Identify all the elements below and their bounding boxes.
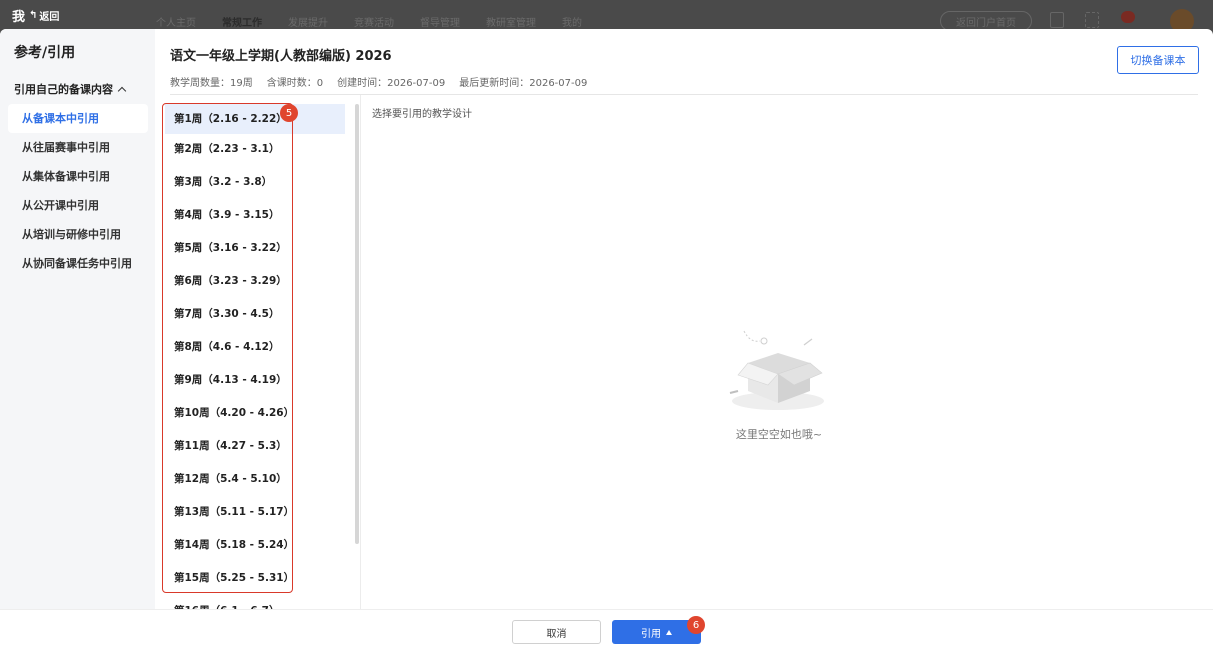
step-marker: 6 xyxy=(687,616,705,634)
lesson-book-meta: 教学周数量：19周 含课时数：0 创建时间：2026-07-09 最后更新时间：… xyxy=(170,74,587,89)
panel-divider xyxy=(360,95,361,609)
back-button[interactable]: ↰ 返回 xyxy=(29,8,59,23)
top-nav-bar: 我 ↰ 返回 个人主页 常规工作 发展提升 竞赛活动 督导管理 教研室管理 我的… xyxy=(0,0,1213,33)
week-list-highlight xyxy=(162,103,293,593)
week-item[interactable]: 第16周（6.1 - 6.7） xyxy=(165,596,345,609)
source-item-collab-tasks[interactable]: 从协同备课任务中引用 xyxy=(8,249,148,278)
portal-home-label: 返回门户首页 xyxy=(956,17,1016,29)
cancel-button[interactable]: 取消 xyxy=(512,620,601,644)
lesson-book-title: 语文一年级上学期(人教部编版) 2026 xyxy=(170,49,392,64)
brand-text: 我 xyxy=(12,10,26,25)
source-item-lesson-book[interactable]: 从备课本中引用 xyxy=(8,104,148,133)
meta-created: 创建时间：2026-07-09 xyxy=(337,78,446,89)
cancel-label: 取消 xyxy=(546,628,567,640)
nav-routine[interactable]: 常规工作 xyxy=(222,14,262,29)
source-item-training[interactable]: 从培训与研修中引用 xyxy=(8,220,148,249)
brand: 我 ↰ 返回 xyxy=(12,6,59,25)
back-arrow-icon: ↰ xyxy=(29,10,38,21)
back-label: 返回 xyxy=(39,12,60,23)
meta-hours: 含课时数：0 xyxy=(266,78,324,89)
nav-research-office[interactable]: 教研室管理 xyxy=(486,14,536,29)
header-divider xyxy=(170,94,1198,95)
nav-supervision[interactable]: 督导管理 xyxy=(420,14,460,29)
switch-lesson-book-label: 切换备课本 xyxy=(1130,54,1186,67)
caret-up-icon xyxy=(666,629,672,635)
modal-footer: 取消 引用 6 xyxy=(0,609,1213,651)
portal-home-button[interactable]: 返回门户首页 xyxy=(940,11,1032,31)
source-item-collective-prep[interactable]: 从集体备课中引用 xyxy=(8,162,148,191)
step-marker: 5 xyxy=(280,104,298,122)
bookmark-icon[interactable] xyxy=(1050,12,1064,28)
group-label: 引用自己的备课内容 xyxy=(14,83,113,96)
switch-lesson-book-button[interactable]: 切换备课本 xyxy=(1117,46,1199,74)
reference-modal: 参考/引用 引用自己的备课内容 从备课本中引用 从往届赛事中引用 从集体备课中引… xyxy=(0,29,1213,651)
notification-bell-icon[interactable] xyxy=(1121,11,1135,23)
empty-box-illustration xyxy=(720,319,840,423)
fullscreen-icon[interactable] xyxy=(1085,12,1099,28)
reference-sidebar: 参考/引用 引用自己的备课内容 从备课本中引用 从往届赛事中引用 从集体备课中引… xyxy=(0,29,155,609)
source-item-open-class[interactable]: 从公开课中引用 xyxy=(8,191,148,220)
design-select-label: 选择要引用的教学设计 xyxy=(372,109,472,120)
nav-development[interactable]: 发展提升 xyxy=(288,14,328,29)
main-nav: 个人主页 常规工作 发展提升 竞赛活动 督导管理 教研室管理 我的 xyxy=(156,14,608,29)
cite-label: 引用 xyxy=(641,628,661,640)
meta-updated: 最后更新时间：2026-07-09 xyxy=(459,78,588,89)
week-list-scrollbar[interactable] xyxy=(355,104,359,544)
empty-state-text: 这里空空如也哦~ xyxy=(735,428,823,441)
source-list: 从备课本中引用 从往届赛事中引用 从集体备课中引用 从公开课中引用 从培训与研修… xyxy=(8,104,148,278)
nav-mine[interactable]: 我的 xyxy=(562,14,582,29)
source-item-past-competitions[interactable]: 从往届赛事中引用 xyxy=(8,133,148,162)
group-toggle[interactable]: 引用自己的备课内容 xyxy=(14,81,127,97)
meta-weeks: 教学周数量：19周 xyxy=(170,78,253,89)
chevron-up-icon xyxy=(117,86,127,95)
modal-title: 参考/引用 xyxy=(14,45,76,61)
empty-box-icon xyxy=(729,330,824,410)
lesson-book-header: 语文一年级上学期(人教部编版) 2026 教学周数量：19周 含课时数：0 创建… xyxy=(170,45,587,89)
nav-competition[interactable]: 竞赛活动 xyxy=(354,14,394,29)
nav-personal[interactable]: 个人主页 xyxy=(156,14,196,29)
